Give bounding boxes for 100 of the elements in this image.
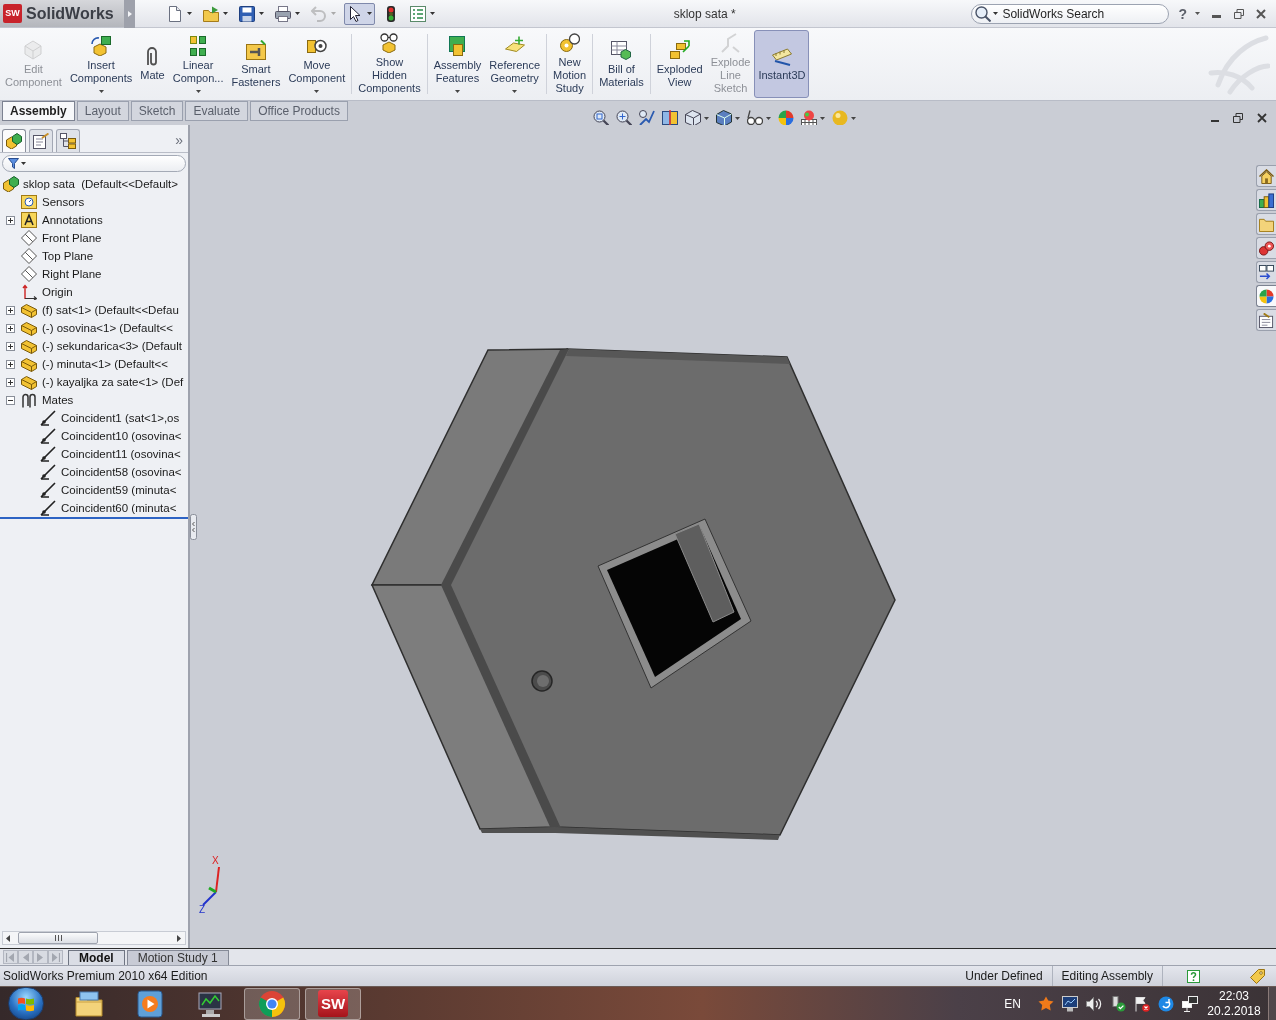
flag-alert-icon[interactable] bbox=[1134, 995, 1150, 1012]
task-pane-tab[interactable] bbox=[1256, 165, 1276, 187]
collapse-handle-icon[interactable] bbox=[190, 514, 197, 540]
assembly-icon bbox=[6, 133, 22, 149]
tree-item[interactable]: Front Plane bbox=[41, 230, 103, 246]
tree-item[interactable]: (-) minuta<1> (Default<< bbox=[41, 356, 169, 372]
filter-field[interactable] bbox=[2, 155, 186, 172]
taskbar-app-button[interactable]: SW bbox=[305, 987, 361, 1020]
model-tab[interactable]: Model bbox=[68, 950, 125, 965]
task-pane-tab[interactable] bbox=[1256, 189, 1276, 211]
mate-button[interactable]: Mate bbox=[136, 30, 169, 98]
clock-button[interactable]: 22:03 20.2.2018 bbox=[1210, 988, 1258, 1019]
tree-item[interactable]: (-) kayaljka za sate<1> (Def bbox=[41, 374, 185, 390]
tree-item[interactable]: Annotations bbox=[41, 212, 104, 228]
task-pane-tab[interactable] bbox=[1256, 309, 1276, 331]
ribbon-tab[interactable]: Layout bbox=[76, 101, 129, 121]
ball-on-grid-icon bbox=[800, 110, 817, 126]
horizontal-scrollbar[interactable] bbox=[2, 931, 186, 945]
four-pane-flag-icon bbox=[17, 995, 35, 1012]
task-pane-tab[interactable] bbox=[1256, 261, 1276, 283]
motion-study-button[interactable]: New Motion Study bbox=[549, 30, 591, 98]
star-icon[interactable] bbox=[1038, 995, 1054, 1012]
model-tab[interactable]: Motion Study 1 bbox=[126, 950, 229, 965]
color-wheel-icon bbox=[1259, 288, 1274, 304]
device-check-icon[interactable] bbox=[1110, 995, 1126, 1012]
ribbon-tab[interactable]: Assembly bbox=[2, 101, 75, 121]
expand-icon[interactable] bbox=[6, 341, 15, 351]
restore-icon[interactable] bbox=[1234, 8, 1244, 19]
tree-item[interactable]: (-) osovina<1> (Default<< bbox=[41, 320, 175, 336]
section-view-button[interactable] bbox=[661, 110, 678, 126]
move-component-button[interactable]: Move Component bbox=[284, 30, 350, 98]
panel-tab[interactable] bbox=[56, 129, 80, 152]
help-button[interactable]: ? bbox=[1178, 6, 1200, 21]
exploded-view-button[interactable]: Exploded View bbox=[652, 30, 707, 98]
monitor-icon[interactable] bbox=[1062, 995, 1078, 1012]
close-icon[interactable] bbox=[1256, 8, 1266, 19]
gauge-icon bbox=[21, 194, 37, 210]
tree-item[interactable]: Coincident60 (minuta< bbox=[60, 500, 178, 516]
tag-icon[interactable] bbox=[1250, 968, 1265, 984]
help-icon[interactable] bbox=[1187, 969, 1200, 983]
language-indicator[interactable]: EN bbox=[1004, 994, 1021, 1013]
linear-pattern-button[interactable]: Linear Compon... bbox=[168, 30, 228, 98]
assembly-features-button[interactable]: Assembly Features bbox=[429, 30, 486, 98]
filter-icon bbox=[8, 158, 19, 169]
more-tabs-button[interactable]: » bbox=[175, 133, 183, 147]
show-hidden-button[interactable]: Show Hidden Components bbox=[354, 30, 425, 98]
ribbon-tab[interactable]: Evaluate bbox=[185, 101, 249, 121]
tree-item[interactable]: Coincident58 (osovina< bbox=[60, 464, 183, 480]
tree-item[interactable]: Coincident59 (minuta< bbox=[60, 482, 178, 498]
expand-icon[interactable] bbox=[6, 305, 15, 315]
tree-item[interactable]: Coincident1 (sat<1>,os bbox=[60, 410, 181, 426]
expand-icon[interactable] bbox=[6, 377, 15, 387]
tree-item[interactable]: Right Plane bbox=[41, 266, 103, 282]
tree-item[interactable]: (f) sat<1> (Default<<Defau bbox=[41, 302, 180, 318]
search-field[interactable]: SolidWorks Search bbox=[971, 3, 1170, 24]
tree-item[interactable]: Top Plane bbox=[41, 248, 95, 264]
task-pane-tab[interactable] bbox=[1256, 285, 1276, 307]
bill-of-materials-button[interactable]: Bill of Materials bbox=[595, 30, 648, 98]
insert-components-button[interactable]: Insert Components bbox=[65, 30, 137, 98]
ribbon-tab[interactable]: Sketch bbox=[130, 101, 184, 121]
tree-item[interactable]: Sensors bbox=[41, 194, 86, 210]
reference-geometry-button[interactable]: Reference Geometry bbox=[485, 30, 545, 98]
scroll-right-icon[interactable] bbox=[177, 934, 181, 942]
part-icon bbox=[21, 356, 37, 372]
edit-appearance-button[interactable] bbox=[777, 110, 794, 126]
hide-show-button[interactable] bbox=[746, 110, 771, 126]
instant3d-button[interactable]: Instant3D bbox=[754, 30, 810, 98]
close-icon[interactable] bbox=[1257, 113, 1267, 123]
ribbon-tab[interactable]: Office Products bbox=[250, 101, 348, 121]
display-style-button[interactable] bbox=[715, 110, 740, 126]
scroll-left-icon[interactable] bbox=[6, 934, 10, 942]
search-icon bbox=[975, 5, 992, 22]
panel-tab[interactable] bbox=[2, 129, 26, 152]
restore-icon[interactable] bbox=[1233, 113, 1243, 123]
open-folder-icon bbox=[203, 5, 219, 22]
panel-tab[interactable] bbox=[29, 129, 53, 152]
collapse-icon[interactable] bbox=[6, 395, 15, 405]
tree-item[interactable]: Coincident11 (osovina< bbox=[60, 446, 182, 462]
axes-icon bbox=[21, 284, 37, 300]
tree-item[interactable]: (-) sekundarica<3> (Default bbox=[41, 338, 183, 354]
expand-icon[interactable] bbox=[6, 359, 15, 369]
network-icon[interactable] bbox=[1182, 995, 1198, 1012]
select-button[interactable] bbox=[344, 2, 375, 25]
smart-fasteners-button[interactable]: Smart Fasteners bbox=[227, 30, 285, 98]
expand-icon[interactable] bbox=[6, 323, 15, 333]
view-orientation-button[interactable] bbox=[684, 110, 709, 126]
previous-view-button[interactable] bbox=[638, 110, 655, 126]
tree-item[interactable]: sklop sata (Default<<Default> bbox=[22, 176, 180, 192]
task-pane-tab[interactable] bbox=[1256, 237, 1276, 259]
taskbar-app-button[interactable] bbox=[244, 987, 300, 1020]
speaker-icon[interactable] bbox=[1086, 995, 1102, 1012]
tree-item[interactable]: Origin bbox=[41, 284, 74, 300]
logo-area[interactable]: SW SolidWorks bbox=[0, 0, 124, 27]
tree-item[interactable]: Coincident10 (osovina< bbox=[60, 428, 183, 444]
hex-part-drawing[interactable] bbox=[370, 348, 896, 840]
start-button[interactable] bbox=[8, 987, 44, 1020]
expand-icon[interactable] bbox=[6, 215, 15, 225]
zoom-to-area-button[interactable] bbox=[615, 110, 632, 126]
scrollbar-thumb[interactable] bbox=[18, 932, 98, 944]
tree-item[interactable]: Mates bbox=[41, 392, 75, 408]
